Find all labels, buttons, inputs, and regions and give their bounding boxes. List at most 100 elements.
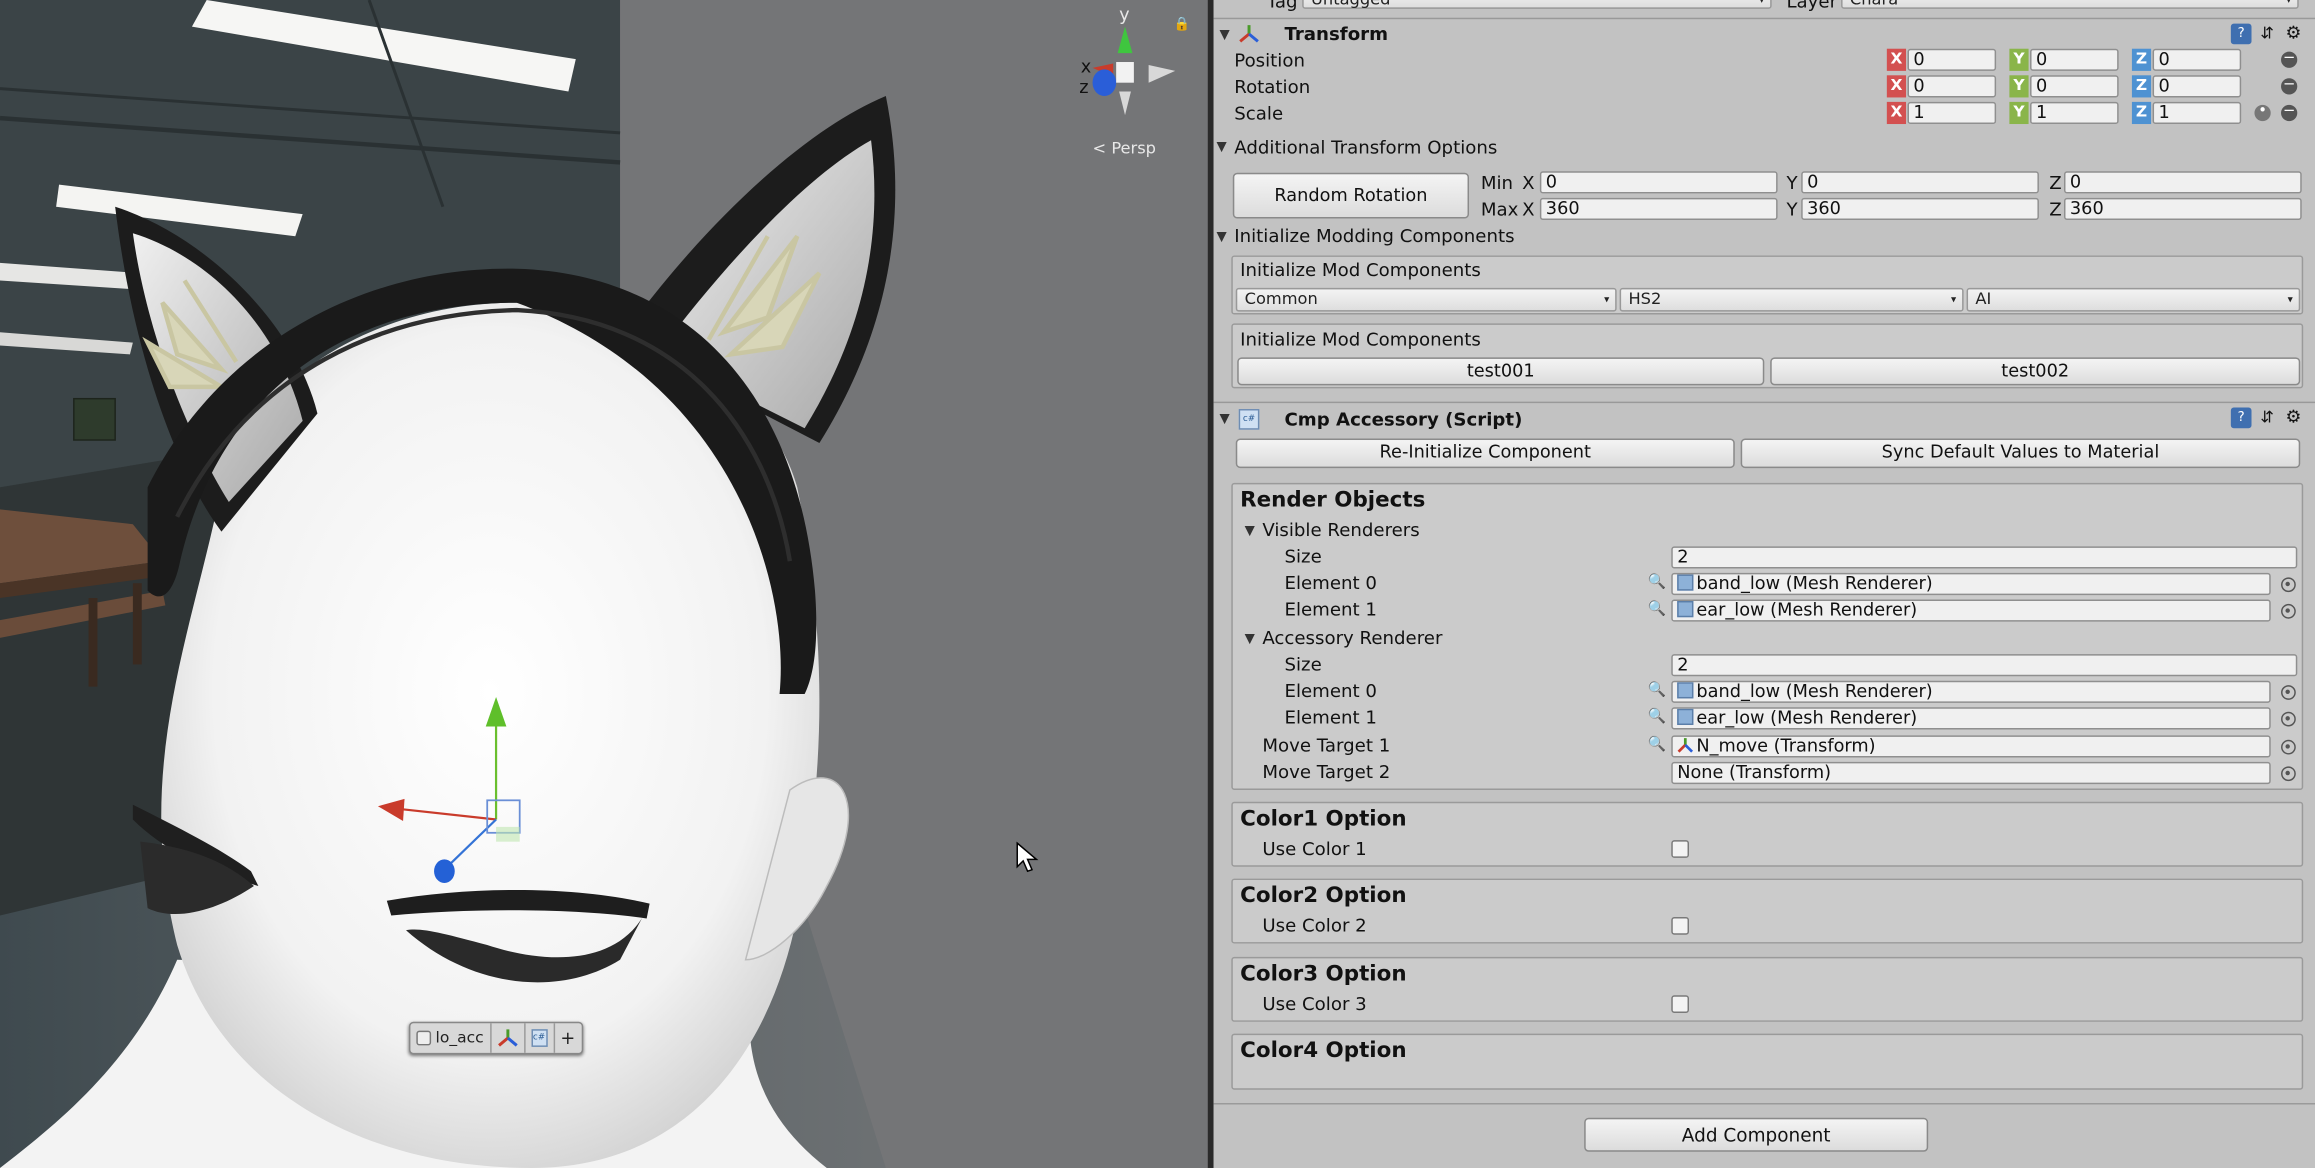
gizmo-x-label: x bbox=[1080, 56, 1092, 77]
position-y-field[interactable]: 0 bbox=[2030, 48, 2119, 71]
visible-element0-field[interactable]: band_low (Mesh Renderer) bbox=[1671, 572, 2271, 596]
mesh-renderer-icon bbox=[1677, 574, 1694, 591]
script-button[interactable]: c# bbox=[525, 1023, 555, 1053]
additional-foldout[interactable]: ▼ bbox=[1217, 140, 1227, 155]
reinitialize-button[interactable]: Re-Initialize Component bbox=[1235, 438, 1735, 469]
rotation-z-axis[interactable]: Z bbox=[2131, 75, 2152, 98]
accessory-size-field[interactable]: 2 bbox=[1671, 654, 2298, 677]
object-name-button[interactable]: lo_acc bbox=[410, 1023, 492, 1053]
cmp-foldout[interactable]: ▼ bbox=[1220, 412, 1230, 427]
position-x-axis[interactable]: X bbox=[1886, 48, 1907, 71]
min-y-field[interactable]: 0 bbox=[1801, 171, 2039, 194]
rotation-y-axis[interactable]: Y bbox=[2009, 75, 2029, 98]
rotation-x-axis[interactable]: X bbox=[1886, 75, 1907, 98]
max-x-field[interactable]: 360 bbox=[1539, 197, 1778, 221]
accessory-element1-label: Element 1 bbox=[1284, 707, 1377, 728]
accessory-element1-field[interactable]: ear_low (Mesh Renderer) bbox=[1671, 707, 2271, 730]
position-z-field[interactable]: 0 bbox=[2152, 48, 2242, 71]
chevron-down-icon: ▾ bbox=[1951, 293, 1957, 306]
min-z-field[interactable]: 0 bbox=[2064, 171, 2302, 194]
position-x-field[interactable]: 0 bbox=[1907, 48, 1997, 71]
reset-rotation-icon[interactable]: − bbox=[2281, 78, 2298, 95]
scale-x-field[interactable]: 1 bbox=[1907, 101, 1997, 125]
tag-dropdown[interactable]: Untagged▾ bbox=[1302, 0, 1772, 9]
transform-icon bbox=[1677, 738, 1694, 753]
lock-icon[interactable]: 🔒 bbox=[1174, 18, 1191, 33]
min-x-field[interactable]: 0 bbox=[1539, 171, 1778, 194]
max-z-field[interactable]: 360 bbox=[2064, 197, 2302, 221]
object-picker-icon[interactable]: 🔍 bbox=[1648, 709, 1666, 725]
accessory-element0-field[interactable]: band_low (Mesh Renderer) bbox=[1671, 680, 2271, 703]
scale-x-axis[interactable]: X bbox=[1886, 101, 1907, 125]
lock-scale-icon[interactable]: • bbox=[2254, 104, 2271, 122]
test001-button[interactable]: test001 bbox=[1237, 357, 1765, 386]
object-target-icon[interactable] bbox=[2281, 739, 2296, 755]
object-target-icon[interactable] bbox=[2281, 603, 2296, 619]
persp-label[interactable]: < Persp bbox=[1093, 139, 1156, 158]
transform-tool-button[interactable] bbox=[491, 1023, 525, 1053]
object-picker-icon[interactable]: 🔍 bbox=[1648, 682, 1666, 698]
accessory-renderer-foldout[interactable]: ▼ bbox=[1245, 632, 1255, 647]
hs2-dropdown[interactable]: HS2 ▾ bbox=[1619, 287, 1964, 312]
object-target-icon[interactable] bbox=[2281, 766, 2296, 782]
transform-foldout[interactable]: ▼ bbox=[1220, 28, 1230, 43]
random-rotation-button[interactable]: Random Rotation bbox=[1232, 172, 1470, 219]
visible-size-field[interactable]: 2 bbox=[1671, 546, 2298, 569]
scale-y-field[interactable]: 1 bbox=[2030, 101, 2119, 125]
layer-dropdown[interactable]: Chara▾ bbox=[1841, 0, 2299, 9]
transform-axes-icon bbox=[497, 1029, 518, 1047]
reset-scale-icon[interactable]: − bbox=[2281, 104, 2298, 122]
accessory-element0-label: Element 0 bbox=[1284, 680, 1377, 702]
reset-position-icon[interactable]: − bbox=[2281, 51, 2298, 68]
render-objects-title: Render Objects bbox=[1240, 488, 1426, 513]
rotation-z-field[interactable]: 0 bbox=[2152, 75, 2242, 98]
scale-y-axis[interactable]: Y bbox=[2009, 101, 2029, 125]
help-icon[interactable]: ? bbox=[2230, 407, 2252, 429]
use-color2-checkbox[interactable] bbox=[1671, 916, 1690, 935]
scale-z-axis[interactable]: Z bbox=[2131, 101, 2152, 125]
color4-title: Color4 Option bbox=[1240, 1039, 1407, 1064]
init-mod-box1-title: Initialize Mod Components bbox=[1240, 259, 1481, 281]
rotation-x-field[interactable]: 0 bbox=[1907, 75, 1997, 98]
scale-z-field[interactable]: 1 bbox=[2152, 101, 2242, 125]
object-target-icon[interactable] bbox=[2281, 711, 2296, 727]
sync-defaults-button[interactable]: Sync Default Values to Material bbox=[1740, 438, 2301, 469]
common-dropdown[interactable]: Common ▾ bbox=[1235, 287, 1617, 312]
object-toolbar: lo_acc c# + bbox=[408, 1021, 583, 1055]
accessory-size-label: Size bbox=[1284, 654, 1322, 675]
use-color1-checkbox[interactable] bbox=[1671, 840, 1690, 858]
move-target2-field[interactable]: None (Transform) bbox=[1671, 761, 2271, 785]
add-component-button[interactable]: Add Component bbox=[1584, 1117, 1929, 1152]
gear-icon[interactable]: ⚙ bbox=[2285, 406, 2306, 427]
gear-icon[interactable]: ⚙ bbox=[2285, 22, 2306, 43]
object-target-icon[interactable] bbox=[2281, 685, 2296, 700]
object-picker-icon[interactable]: 🔍 bbox=[1648, 601, 1666, 617]
script-icon: c# bbox=[1238, 409, 1260, 430]
init-mod-foldout[interactable]: ▼ bbox=[1217, 230, 1227, 245]
object-picker-icon[interactable]: 🔍 bbox=[1648, 574, 1666, 590]
layer-label: Layer bbox=[1786, 0, 1838, 12]
position-y-axis[interactable]: Y bbox=[2009, 48, 2029, 71]
object-picker-icon[interactable]: 🔍 bbox=[1648, 737, 1666, 753]
preset-icon[interactable]: ⇵ bbox=[2260, 24, 2281, 45]
scale-label: Scale bbox=[1234, 103, 1284, 125]
rotation-y-field[interactable]: 0 bbox=[2030, 75, 2119, 98]
object-target-icon[interactable] bbox=[2281, 577, 2296, 593]
mesh-renderer-icon bbox=[1677, 708, 1694, 726]
visible-renderers-foldout[interactable]: ▼ bbox=[1245, 524, 1255, 539]
position-z-axis[interactable]: Z bbox=[2131, 48, 2152, 71]
preset-icon[interactable]: ⇵ bbox=[2260, 408, 2281, 429]
test002-button[interactable]: test002 bbox=[1770, 357, 2301, 386]
visible-element1-field[interactable]: ear_low (Mesh Renderer) bbox=[1671, 599, 2271, 622]
color2-title: Color2 Option bbox=[1240, 884, 1407, 909]
max-y-field[interactable]: 360 bbox=[1801, 197, 2039, 221]
scene-view[interactable]: y x z < Persp 🔒 lo_acc c# + bbox=[0, 0, 1208, 1168]
help-icon[interactable]: ? bbox=[2230, 23, 2252, 45]
visible-renderers-label: Visible Renderers bbox=[1262, 519, 1420, 541]
mesh-renderer-icon bbox=[1677, 600, 1694, 618]
add-button[interactable]: + bbox=[555, 1023, 582, 1053]
ai-dropdown[interactable]: AI ▾ bbox=[1966, 287, 2301, 312]
gizmo-y-label: y bbox=[1119, 4, 1130, 26]
move-target1-field[interactable]: N_move (Transform) bbox=[1671, 735, 2271, 758]
use-color3-checkbox[interactable] bbox=[1671, 995, 1690, 1013]
